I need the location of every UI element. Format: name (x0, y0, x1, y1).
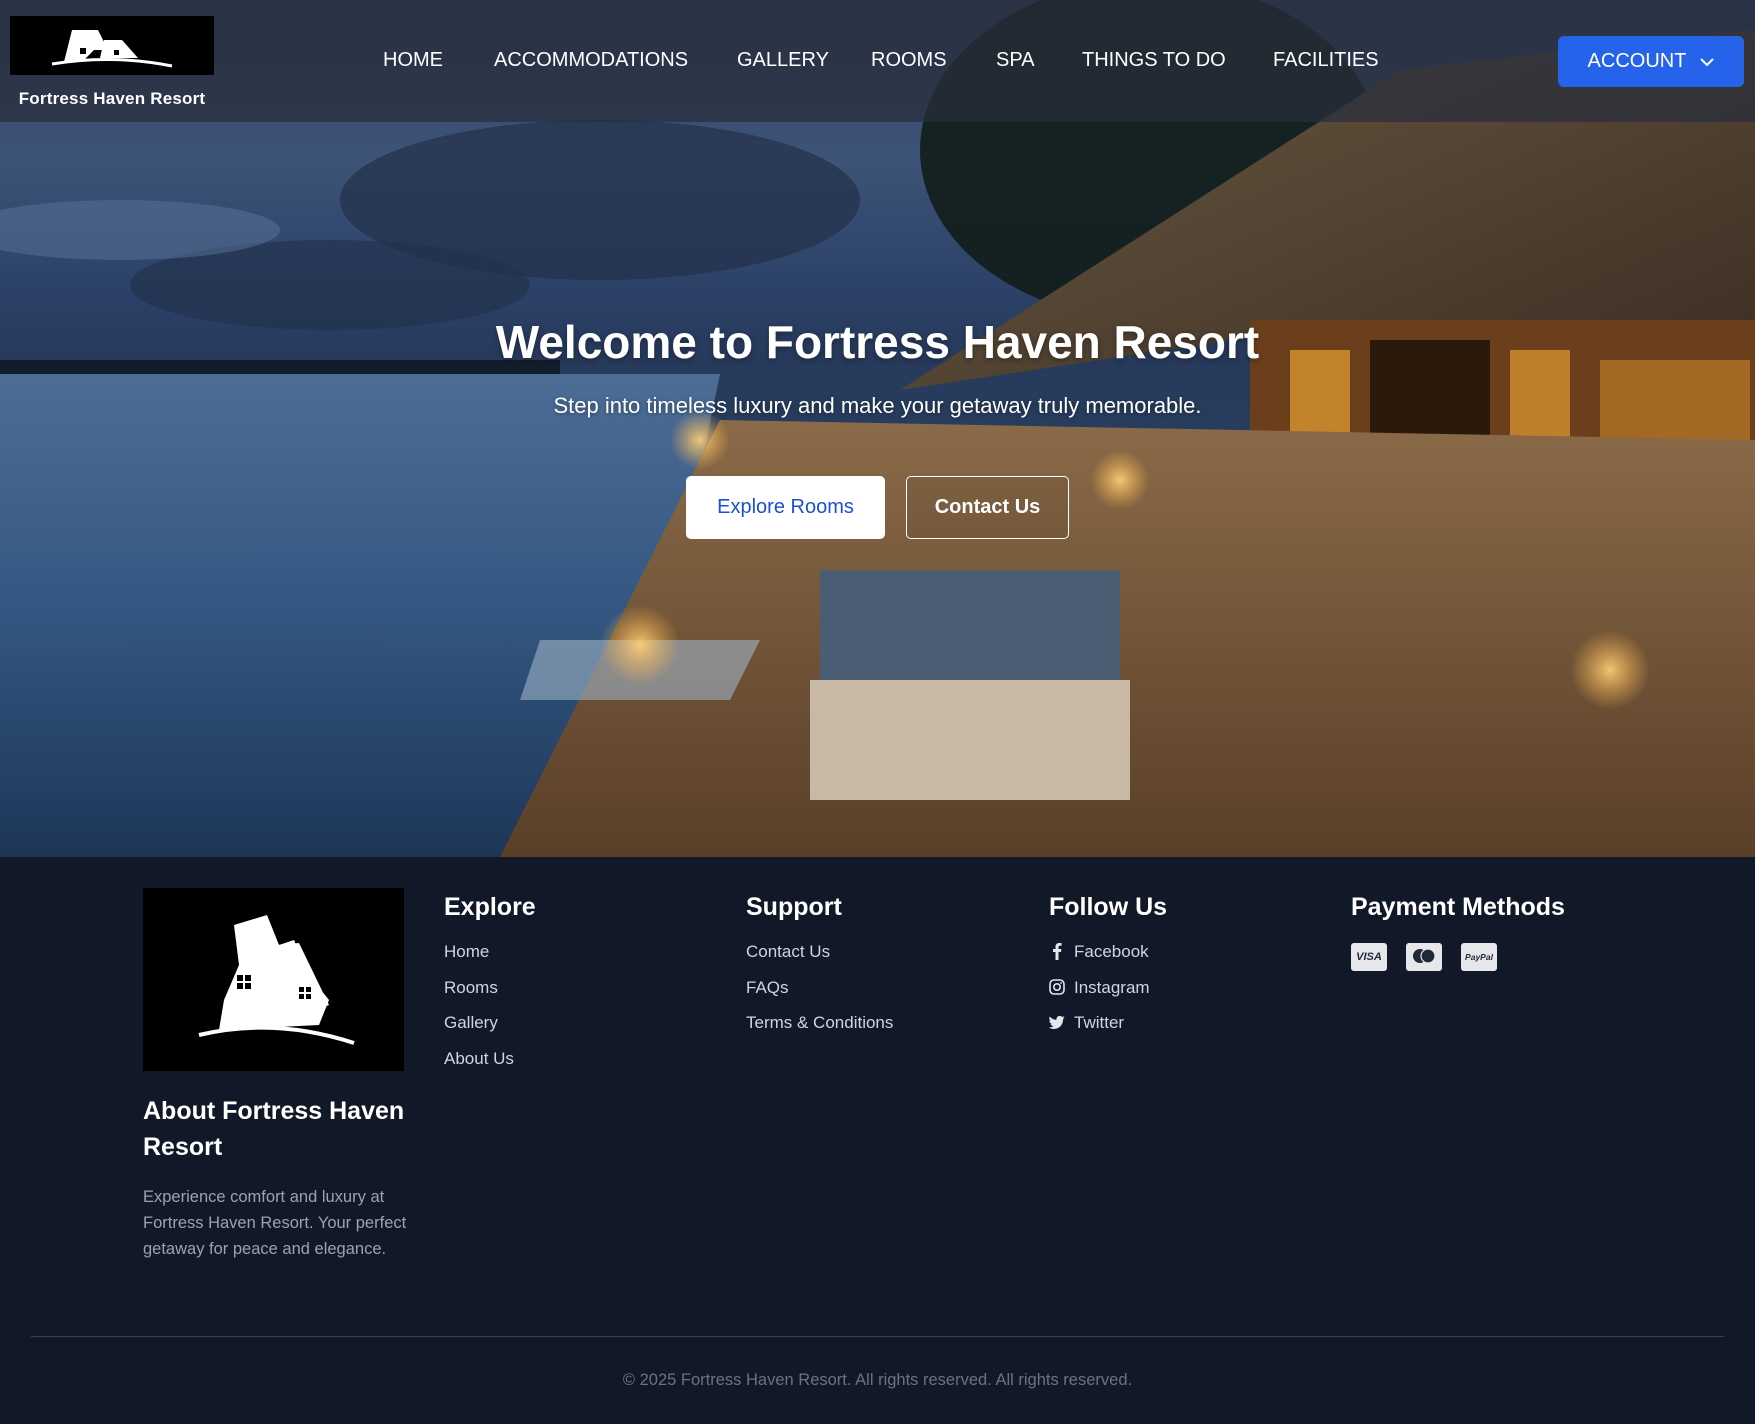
top-navbar: Fortress Haven Resort HOME ACCOMMODATION… (0, 0, 1755, 122)
visa-icon: VISA (1351, 943, 1387, 971)
copyright-text: © 2025 Fortress Haven Resort. All rights… (622, 1371, 1133, 1389)
payment-heading: Payment Methods (1351, 893, 1565, 921)
explore-column: Explore Home Rooms Gallery About Us (444, 889, 724, 1083)
footer-link-about-us[interactable]: About Us (444, 1048, 724, 1084)
follow-column: Follow Us Facebook Instagram Twitter (1049, 889, 1329, 1048)
explore-rooms-button[interactable]: Explore Rooms (686, 476, 885, 539)
hero-title: Welcome to Fortress Haven Resort (495, 316, 1260, 368)
support-heading: Support (746, 893, 842, 921)
hero-background-image (0, 0, 1755, 857)
follow-heading: Follow Us (1049, 893, 1168, 921)
facebook-link[interactable]: Facebook (1049, 941, 1329, 977)
about-text: Experience comfort and luxury at Fortres… (143, 1188, 407, 1258)
mastercard-logo (1413, 948, 1436, 964)
house-logo-icon (10, 16, 214, 75)
nav-facilities[interactable]: FACILITIES (1273, 49, 1379, 72)
twitter-icon (1049, 1012, 1065, 1032)
facebook-icon (1049, 941, 1065, 961)
about-heading: About Fortress Haven Resort (143, 1097, 405, 1161)
instagram-link[interactable]: Instagram (1049, 977, 1329, 1013)
footer-link-home[interactable]: Home (444, 941, 724, 977)
brand-name: Fortress Haven Resort (18, 89, 206, 108)
hero-subtitle: Step into timeless luxury and make your … (553, 393, 1202, 418)
nav-gallery[interactable]: GALLERY (737, 49, 829, 72)
account-dropdown-button[interactable]: ACCOUNT (1558, 36, 1744, 87)
twitter-link[interactable]: Twitter (1049, 1012, 1329, 1048)
nav-home[interactable]: HOME (383, 49, 443, 72)
hero-section (0, 0, 1755, 857)
facebook-label: Facebook (1074, 942, 1149, 961)
account-label: ACCOUNT (1587, 50, 1687, 72)
footer-link-contact-us[interactable]: Contact Us (746, 941, 1026, 977)
nav-rooms[interactable]: ROOMS (871, 49, 947, 72)
paypal-icon: PayPal (1461, 943, 1497, 971)
twitter-label: Twitter (1074, 1013, 1125, 1032)
footer-link-rooms[interactable]: Rooms (444, 977, 724, 1013)
mastercard-icon (1406, 943, 1442, 971)
nav-accommodations[interactable]: ACCOMMODATIONS (494, 49, 688, 72)
explore-heading: Explore (444, 893, 536, 921)
paypal-label: PayPal (1465, 952, 1493, 962)
footer-link-faqs[interactable]: FAQs (746, 977, 1026, 1013)
instagram-label: Instagram (1074, 977, 1150, 997)
nav-spa[interactable]: SPA (996, 49, 1035, 72)
instagram-icon (1049, 977, 1065, 997)
contact-us-button[interactable]: Contact Us (906, 476, 1069, 539)
footer-house-logo-icon (143, 888, 404, 1071)
visa-label: VISA (1356, 951, 1382, 963)
footer-divider (31, 1336, 1724, 1337)
nav-things-to-do[interactable]: THINGS TO DO (1082, 49, 1226, 72)
support-column: Support Contact Us FAQs Terms & Conditio… (746, 889, 1026, 1048)
site-footer: About Fortress Haven Resort Experience c… (0, 857, 1755, 1424)
footer-link-terms[interactable]: Terms & Conditions (746, 1012, 1026, 1048)
brand[interactable]: Fortress Haven Resort (10, 16, 214, 109)
payment-column: Payment Methods VISA PayPal (1351, 889, 1691, 971)
footer-link-gallery[interactable]: Gallery (444, 1012, 724, 1048)
chevron-down-icon (1700, 50, 1715, 73)
